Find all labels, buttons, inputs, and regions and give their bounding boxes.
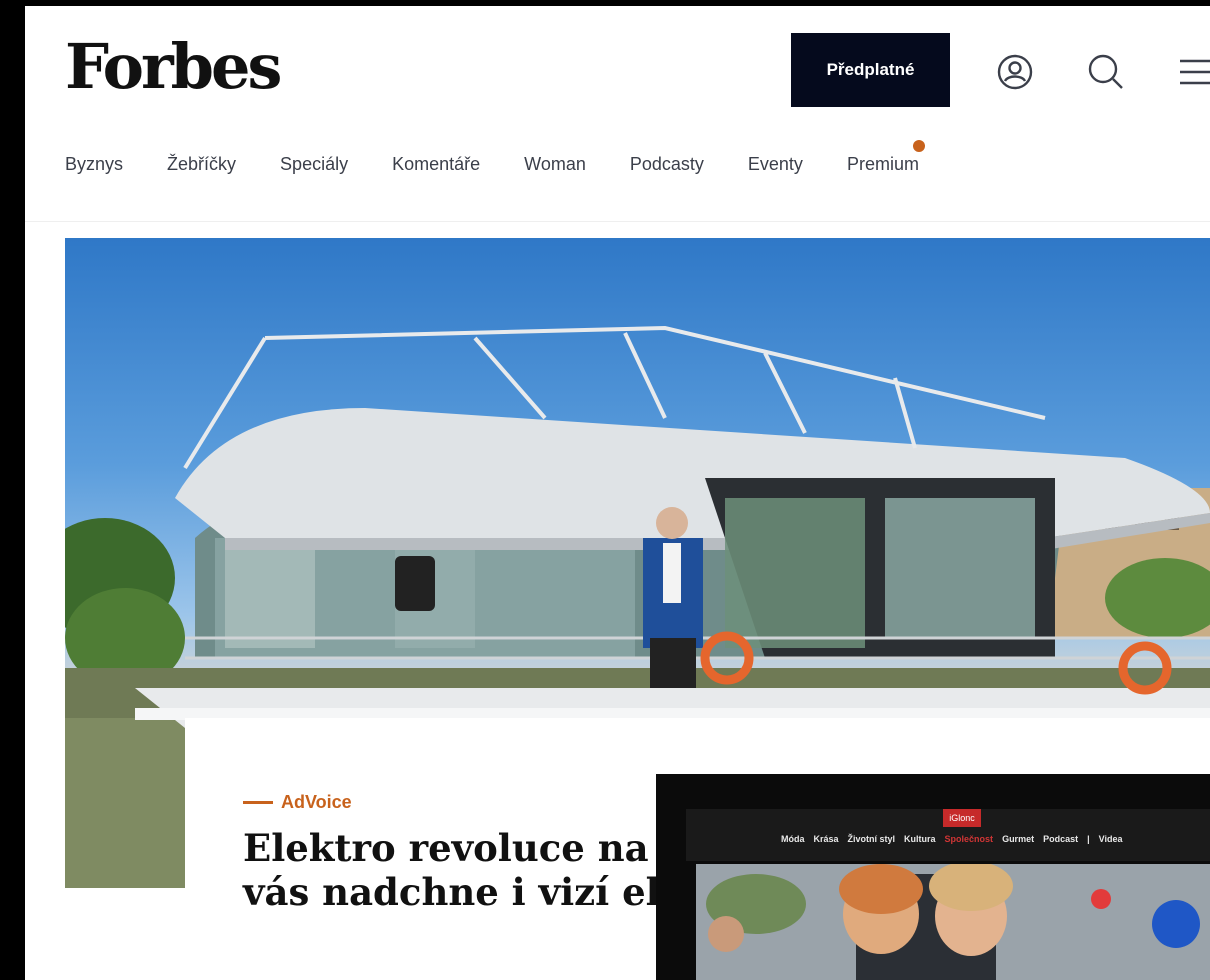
main-nav: Byznys Žebříčky Speciály Komentáře Woman… — [65, 140, 963, 180]
overlay-nav-gurmet[interactable]: Gurmet — [1002, 834, 1034, 844]
nav-item-premium-label: Premium — [846, 154, 919, 174]
overlay-nav-spolecnost[interactable]: Společnost — [945, 834, 994, 844]
nav-item-premium[interactable]: Premium — [846, 140, 925, 180]
forbes-logo[interactable]: Forbes — [65, 36, 282, 98]
overlay-photo-illustration — [696, 864, 1210, 980]
search-icon[interactable] — [1084, 50, 1128, 94]
nav-item-podcasty[interactable]: Podcasty — [630, 154, 704, 180]
nav-item-zebricky[interactable]: Žebříčky — [167, 154, 236, 180]
category-dash — [243, 801, 273, 804]
overlay-photo[interactable] — [696, 864, 1210, 980]
overlay-nav-podcast[interactable]: Podcast — [1043, 834, 1078, 844]
menu-icon[interactable] — [1174, 50, 1210, 94]
site-header: Forbes Předplatné Byznys Žebříčky Speciá… — [25, 6, 1210, 222]
nav-item-byznys[interactable]: Byznys — [65, 154, 123, 180]
subscribe-button[interactable]: Předplatné — [791, 33, 950, 107]
overlay-nav: Móda Krása Životní styl Kultura Společno… — [781, 834, 1122, 844]
account-icon[interactable] — [993, 50, 1037, 94]
nav-item-woman[interactable]: Woman — [524, 154, 586, 180]
article-category[interactable]: AdVoice — [243, 792, 352, 813]
nav-item-eventy[interactable]: Eventy — [748, 154, 803, 180]
overlay-nav-moda[interactable]: Móda — [781, 834, 805, 844]
overlay-nav-zivotni-styl[interactable]: Životní styl — [848, 834, 896, 844]
overlay-screenshot[interactable]: iGlonc Móda Krása Životní styl Kultura S… — [656, 774, 1210, 980]
premium-notification-dot — [912, 140, 925, 152]
nav-item-komentare[interactable]: Komentáře — [392, 154, 480, 180]
overlay-nav-kultura[interactable]: Kultura — [904, 834, 936, 844]
overlay-logo[interactable]: iGlonc — [943, 809, 981, 827]
overlay-header: iGlonc Móda Krása Životní styl Kultura S… — [686, 809, 1210, 861]
forbes-page: Forbes Předplatné Byznys Žebříčky Speciá… — [25, 6, 1210, 980]
nav-item-specialy[interactable]: Speciály — [280, 154, 348, 180]
overlay-nav-krasa[interactable]: Krása — [814, 834, 839, 844]
overlay-nav-videa[interactable]: Videa — [1099, 834, 1123, 844]
overlay-nav-divider: | — [1087, 834, 1090, 844]
category-label: AdVoice — [281, 792, 352, 812]
